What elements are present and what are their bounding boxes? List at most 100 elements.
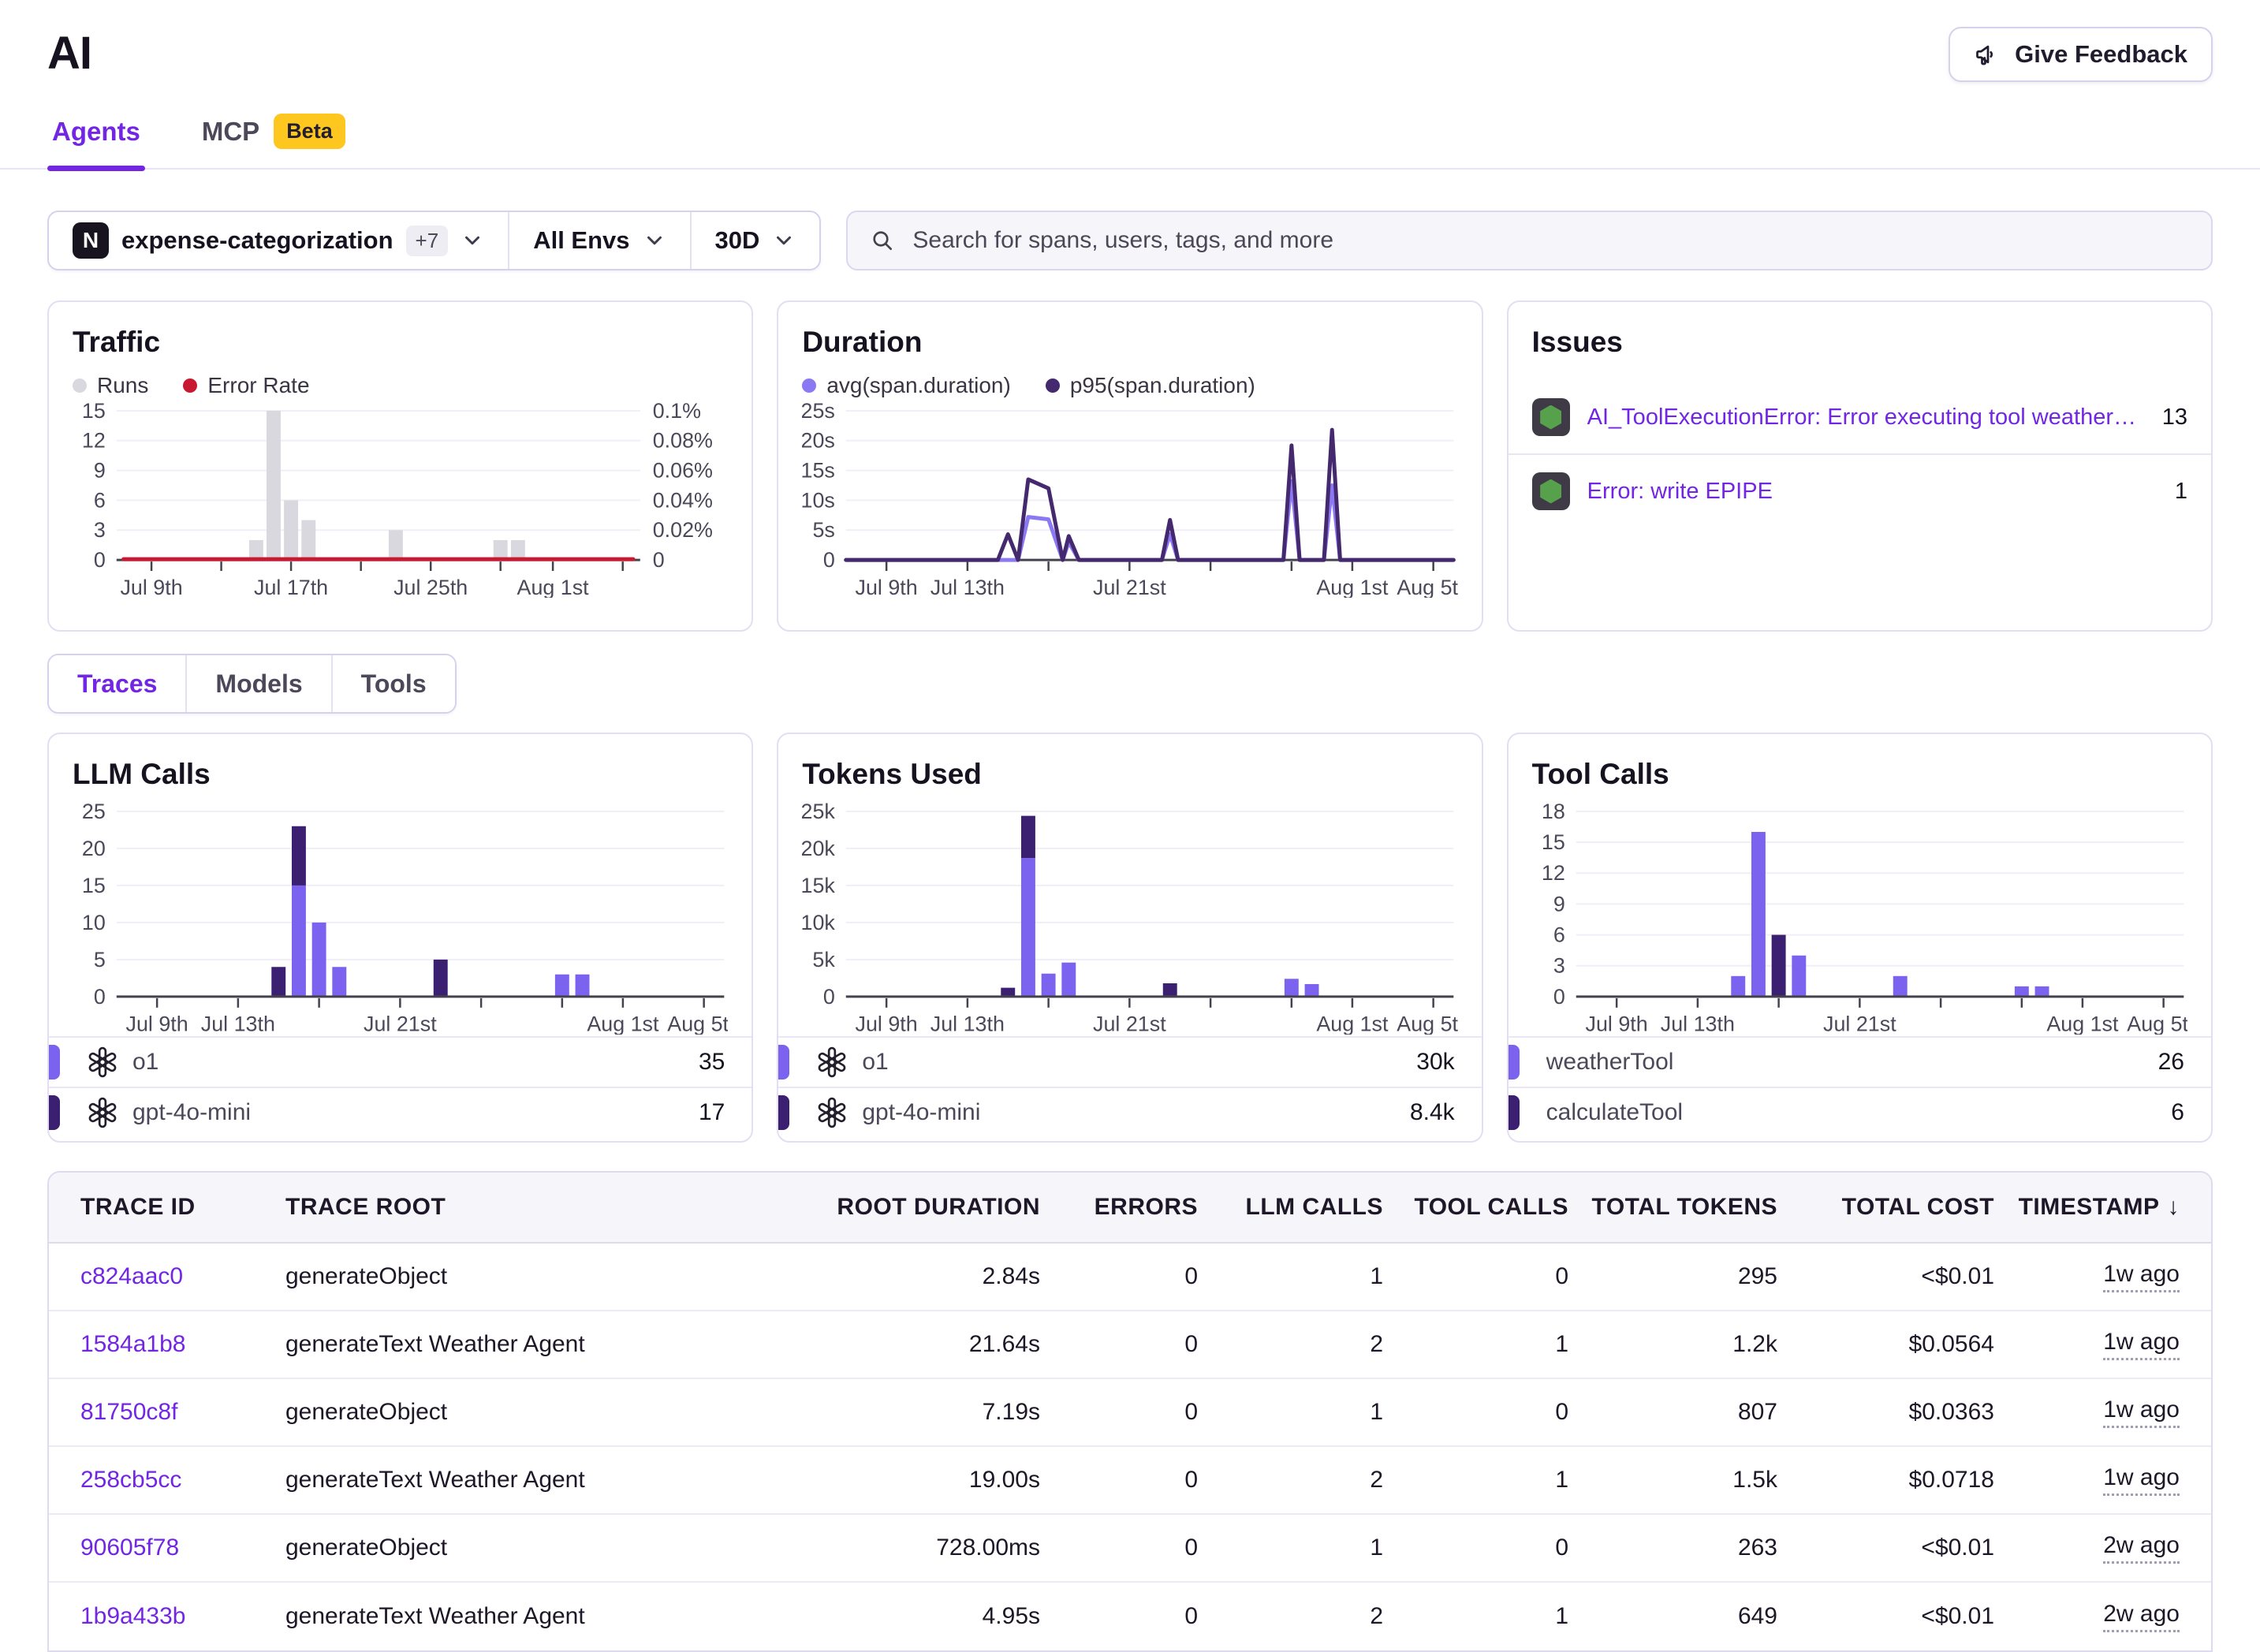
chevron-down-icon [643, 229, 666, 252]
series-total-row[interactable]: gpt-4o-mini17 [49, 1087, 751, 1137]
issue-link[interactable]: Error: write EPIPE [1587, 479, 2157, 505]
svg-text:Jul 25th: Jul 25th [393, 576, 468, 598]
timestamp-value[interactable]: 1w ago [2103, 1329, 2180, 1360]
cell-total_tokens: 1.2k [1576, 1331, 1777, 1358]
issues-card-title: Issues [1532, 326, 2187, 359]
svg-text:Jul 17th: Jul 17th [254, 576, 328, 598]
give-feedback-button[interactable]: Give Feedback [1949, 27, 2213, 82]
series-color-strip [49, 1095, 60, 1130]
svg-text:Jul 9th: Jul 9th [120, 576, 182, 598]
nodejs-icon [1532, 472, 1570, 510]
trace-id-link[interactable]: 90605f78 [80, 1535, 179, 1561]
column-header-root_duration[interactable]: ROOT DURATION [804, 1194, 1040, 1221]
trace-table-row: 258cb5ccgenerateText Weather Agent19.00s… [49, 1447, 2211, 1515]
series-color-strip [778, 1045, 789, 1080]
series-total-row[interactable]: weatherTool26 [1509, 1036, 2211, 1087]
timestamp-value[interactable]: 2w ago [2103, 1601, 2180, 1632]
series-total-row[interactable]: o1 30k [778, 1036, 1481, 1087]
series-total-label: gpt-4o-mini [132, 1099, 684, 1126]
cell-total_cost: <$0.01 [1785, 1535, 1994, 1561]
svg-text:6: 6 [94, 488, 106, 512]
series-total-label: o1 [862, 1049, 1402, 1076]
cell-tool_calls: 1 [1391, 1603, 1568, 1630]
traffic-legend: Runs Error Rate [73, 373, 728, 398]
duration-card: Duration avg(span.duration) p95(span.dur… [777, 300, 1482, 632]
environment-filter-dropdown[interactable]: All Envs [509, 212, 691, 269]
trace-id-link[interactable]: 81750c8f [80, 1399, 177, 1425]
series-total-value: 30k [1416, 1049, 1454, 1076]
series-total-row[interactable]: gpt-4o-mini8.4k [778, 1087, 1481, 1137]
column-header-trace_id[interactable]: TRACE ID [80, 1194, 278, 1221]
project-logo-icon: N [73, 222, 109, 259]
tab-mcp[interactable]: MCP Beta [197, 106, 350, 168]
series-total-row[interactable]: calculateTool6 [1509, 1087, 2211, 1137]
svg-text:15k: 15k [802, 874, 835, 897]
subtab-models[interactable]: Models [187, 655, 332, 712]
svg-text:12: 12 [82, 429, 106, 453]
sort-desc-icon: ↓ [2168, 1194, 2180, 1220]
cell-total_cost: $0.0718 [1785, 1467, 1994, 1494]
timestamp-value[interactable]: 1w ago [2103, 1397, 2180, 1428]
svg-text:5: 5 [94, 948, 106, 971]
svg-text:Jul 21st: Jul 21st [1823, 1012, 1896, 1035]
svg-text:0: 0 [1553, 985, 1565, 1009]
search-input[interactable] [911, 226, 2189, 255]
tokens-used-card: Tokens Used 05k10k15k20k25kJul 9thJul 13… [777, 733, 1482, 1143]
trace-id-link[interactable]: 258cb5cc [80, 1467, 181, 1493]
cell-llm_calls: 1 [1206, 1263, 1383, 1290]
trace-id-link[interactable]: c824aac0 [80, 1263, 183, 1289]
page-header: AI Give Feedback [47, 0, 2213, 82]
cell-total_cost: <$0.01 [1785, 1263, 1994, 1290]
cell-trace_root: generateObject [285, 1263, 796, 1290]
main-tabs: Agents MCP Beta [0, 106, 2260, 170]
subtab-traces[interactable]: Traces [49, 655, 187, 712]
chevron-down-icon [461, 229, 484, 252]
issue-link[interactable]: AI_ToolExecutionError: Error executing t… [1587, 405, 2145, 431]
series-total-row[interactable]: o135 [49, 1036, 751, 1087]
timestamp-value[interactable]: 2w ago [2103, 1532, 2180, 1564]
svg-text:18: 18 [1542, 800, 1565, 823]
column-header-tool_calls[interactable]: TOOL CALLS [1391, 1194, 1568, 1221]
cell-root_duration: 4.95s [804, 1603, 1040, 1630]
cell-timestamp: 2w ago [2002, 1601, 2180, 1632]
cell-timestamp: 1w ago [2002, 1261, 2180, 1292]
svg-text:Jul 9th: Jul 9th [856, 576, 918, 598]
column-header-total_cost[interactable]: TOTAL COST [1785, 1194, 1994, 1221]
timestamp-value[interactable]: 1w ago [2103, 1261, 2180, 1292]
trace-table-row: 81750c8fgenerateObject7.19s010807$0.0363… [49, 1379, 2211, 1447]
trace-id-link[interactable]: 1584a1b8 [80, 1331, 185, 1357]
column-header-timestamp[interactable]: TIMESTAMP↓ [2002, 1194, 2180, 1221]
svg-text:25k: 25k [802, 800, 835, 823]
cell-errors: 0 [1048, 1603, 1198, 1630]
search-icon [870, 228, 895, 253]
cell-total_tokens: 807 [1576, 1399, 1777, 1426]
traces-table: TRACE ID TRACE ROOT ROOT DURATION ERRORS LLM… [47, 1171, 2213, 1652]
project-filter-dropdown[interactable]: N expense-categorization +7 [49, 212, 509, 269]
svg-text:Aug 5th: Aug 5th [2127, 1012, 2187, 1035]
tab-agents[interactable]: Agents [47, 106, 145, 168]
cell-total_tokens: 649 [1576, 1603, 1777, 1630]
svg-text:0: 0 [94, 548, 106, 572]
svg-text:Jul 13th: Jul 13th [930, 1012, 1005, 1035]
svg-text:20: 20 [82, 837, 106, 860]
cell-llm_calls: 2 [1206, 1467, 1383, 1494]
timestamp-value[interactable]: 1w ago [2103, 1464, 2180, 1496]
cell-errors: 0 [1048, 1331, 1198, 1358]
cell-root_duration: 7.19s [804, 1399, 1040, 1426]
cell-trace_id: 1b9a433b [80, 1603, 278, 1630]
date-range-dropdown[interactable]: 30D [692, 212, 820, 269]
series-total-value: 26 [2158, 1049, 2184, 1076]
svg-text:5s: 5s [813, 518, 835, 542]
column-header-trace_root[interactable]: TRACE ROOT [285, 1194, 796, 1221]
subtab-tools[interactable]: Tools [333, 655, 455, 712]
trace-id-link[interactable]: 1b9a433b [80, 1603, 185, 1629]
column-header-llm_calls[interactable]: LLM CALLS [1206, 1194, 1383, 1221]
cell-errors: 0 [1048, 1467, 1198, 1494]
series-total-label: gpt-4o-mini [862, 1099, 1396, 1126]
cell-root_duration: 19.00s [804, 1467, 1040, 1494]
openai-icon [816, 1097, 848, 1128]
tokens-used-chart: 05k10k15k20k25kJul 9thJul 13thJul 21stAu… [802, 799, 1457, 1035]
column-header-errors[interactable]: ERRORS [1048, 1194, 1198, 1221]
nodejs-icon [1532, 398, 1570, 436]
column-header-total_tokens[interactable]: TOTAL TOKENS [1576, 1194, 1777, 1221]
